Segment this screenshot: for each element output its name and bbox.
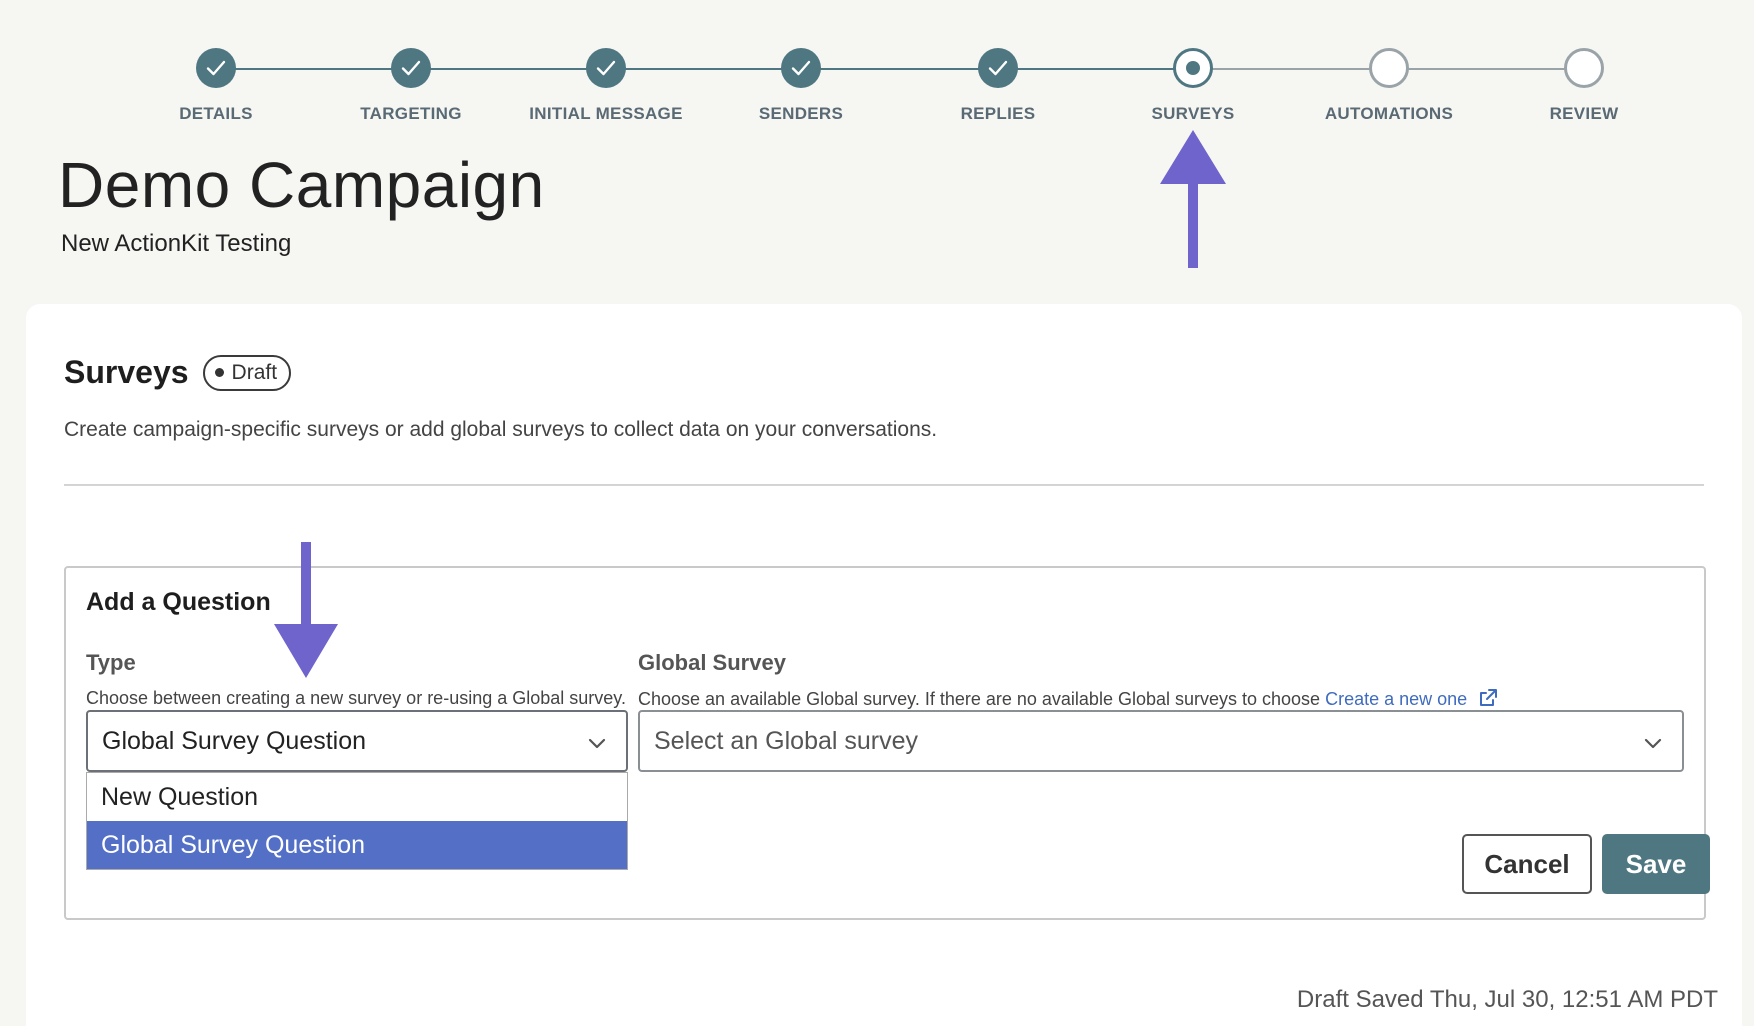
type-dropdown-menu: New Question Global Survey Question [86, 772, 628, 870]
arrow-up-icon [1160, 130, 1226, 268]
global-survey-label: Global Survey [638, 650, 786, 675]
chevron-down-icon [588, 738, 606, 749]
badge-dot-icon [214, 368, 224, 377]
global-survey-help: Choose an available Global survey. If th… [638, 688, 1498, 710]
step-label: AUTOMATIONS [1324, 104, 1454, 123]
create-new-link[interactable]: Create a new one [1325, 689, 1467, 709]
step-done-circle [196, 48, 236, 88]
step-review[interactable]: REVIEW [1474, 48, 1694, 124]
section-title: Surveys [64, 354, 189, 390]
status-badge: Draft [202, 354, 292, 391]
option-new-question[interactable]: New Question [87, 773, 627, 821]
progress-stepper: DETAILS TARGETING INITIAL MESSAGE SENDER… [0, 0, 1754, 140]
step-label: REVIEW [1549, 104, 1619, 123]
global-survey-select[interactable]: Select an Global survey [638, 710, 1684, 772]
step-todo-circle [1564, 48, 1604, 88]
step-label: TARGETING [360, 104, 462, 123]
check-icon [791, 60, 811, 76]
panel-title: Add a Question [86, 588, 271, 616]
section-header: Surveys Draft [64, 354, 292, 391]
check-icon [988, 60, 1008, 76]
external-link-icon[interactable] [1478, 688, 1498, 708]
type-select[interactable]: Global Survey Question [86, 710, 628, 772]
cancel-button[interactable]: Cancel [1462, 834, 1592, 894]
save-button[interactable]: Save [1602, 834, 1710, 894]
global-survey-placeholder: Select an Global survey [654, 726, 919, 755]
draft-saved-status: Draft Saved Thu, Jul 30, 12:51 AM PDT [1296, 986, 1718, 1013]
step-done-circle [781, 48, 821, 88]
step-done-circle [978, 48, 1018, 88]
step-current-circle [1173, 48, 1213, 88]
check-icon [206, 60, 226, 76]
page-title: Demo Campaign [58, 149, 545, 221]
current-dot [1186, 61, 1200, 75]
step-senders[interactable]: SENDERS [691, 48, 911, 124]
step-todo-circle [1369, 48, 1409, 88]
step-done-circle [586, 48, 626, 88]
type-label: Type [86, 650, 136, 675]
step-surveys[interactable]: SURVEYS [1083, 48, 1303, 124]
option-global-survey-question[interactable]: Global Survey Question [87, 821, 627, 869]
divider [64, 484, 1704, 486]
type-select-value: Global Survey Question [102, 726, 367, 755]
step-label: INITIAL MESSAGE [529, 104, 683, 123]
step-replies[interactable]: REPLIES [888, 48, 1108, 124]
step-initial-message[interactable]: INITIAL MESSAGE [496, 48, 716, 124]
check-icon [401, 60, 421, 76]
step-label: DETAILS [179, 104, 253, 123]
global-survey-help-text: Choose an available Global survey. If th… [638, 689, 1321, 709]
chevron-down-icon [1644, 738, 1662, 749]
step-label: SURVEYS [1151, 104, 1235, 123]
section-description: Create campaign-specific surveys or add … [64, 418, 938, 441]
arrow-down-icon [274, 542, 338, 678]
step-done-circle [391, 48, 431, 88]
type-help: Choose between creating a new survey or … [86, 688, 626, 708]
step-details[interactable]: DETAILS [106, 48, 326, 124]
check-icon [596, 60, 616, 76]
badge-label: Draft [231, 360, 278, 384]
step-label: SENDERS [758, 104, 844, 123]
step-targeting[interactable]: TARGETING [301, 48, 521, 124]
step-label: REPLIES [960, 104, 1036, 123]
page-subtitle: New ActionKit Testing [61, 230, 292, 257]
step-automations[interactable]: AUTOMATIONS [1279, 48, 1499, 124]
